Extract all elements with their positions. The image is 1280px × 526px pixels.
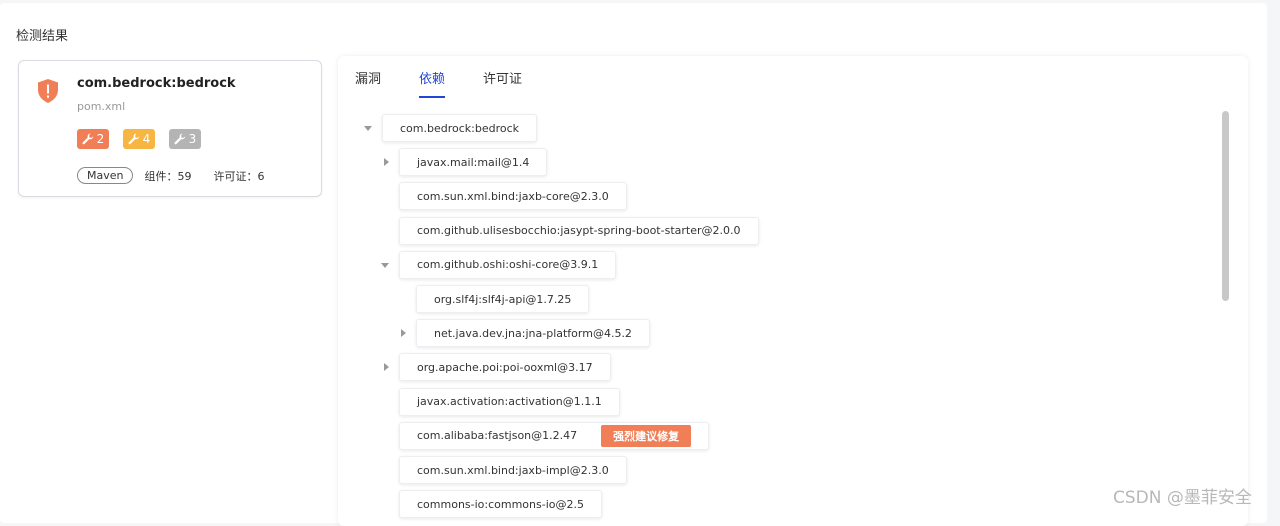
dependency-label: javax.mail:mail@1.4 <box>417 155 530 169</box>
license-count: 许可证：6 <box>213 169 265 183</box>
watermark: CSDN @墨菲安全 <box>1113 488 1252 508</box>
scrollbar[interactable] <box>1222 111 1229 301</box>
detail-panel: 漏洞 依赖 许可证 com.bedrock:bedrock javax.mail:… <box>338 56 1248 526</box>
dependency-label: net.java.dev.jna:jna-platform@4.5.2 <box>434 326 632 340</box>
dependency-node[interactable]: net.java.dev.jna:jna-platform@4.5.2 <box>416 319 650 348</box>
project-file: pom.xml <box>77 100 126 113</box>
project-card[interactable]: com.bedrock:bedrock pom.xml 2 4 3 Maven … <box>18 60 322 197</box>
dependency-label: org.apache.poi:poi-ooxml@3.17 <box>417 360 593 374</box>
dependency-node[interactable]: com.github.ulisesbocchio:jasypt-spring-b… <box>399 216 759 245</box>
issue-count: 4 <box>142 132 151 146</box>
wrench-icon <box>128 133 139 145</box>
issue-badges: 2 4 3 <box>77 129 201 149</box>
dependency-node[interactable]: commons-io:commons-io@2.5 <box>399 490 602 519</box>
dependency-node[interactable]: com.alibaba:fastjson@1.2.47 强烈建议修复 <box>399 421 710 450</box>
issue-badge-medium[interactable]: 4 <box>123 129 155 149</box>
issue-badge-low[interactable]: 3 <box>169 129 201 149</box>
dependency-node[interactable]: com.github.oshi:oshi-core@3.9.1 <box>399 250 617 279</box>
dependency-label: com.alibaba:fastjson@1.2.47 <box>417 429 578 443</box>
dependency-node[interactable]: org.slf4j:slf4j-api@1.7.25 <box>416 285 590 313</box>
project-name[interactable]: com.bedrock:bedrock <box>77 76 236 91</box>
caret-right-icon[interactable] <box>384 363 389 372</box>
results-panel: 检测结果 com.bedrock:bedrock pom.xml 2 4 3 M… <box>0 3 1267 526</box>
dependency-node[interactable]: javax.mail:mail@1.4 <box>399 148 548 177</box>
caret-down-icon[interactable] <box>364 126 372 131</box>
project-meta: Maven 组件：59 许可证：6 <box>77 167 264 184</box>
dependency-label: commons-io:commons-io@2.5 <box>417 497 584 511</box>
tab-bar: 漏洞 依赖 许可证 <box>355 68 560 98</box>
dependency-node[interactable]: com.sun.xml.bind:jaxb-impl@2.3.0 <box>399 456 627 484</box>
component-count: 组件：59 <box>144 169 192 183</box>
dependency-node[interactable]: org.apache.poi:poi-ooxml@3.17 <box>399 353 611 382</box>
dependency-node[interactable]: com.sun.xml.bind:jaxb-core@2.3.0 <box>399 182 627 211</box>
issue-badge-high[interactable]: 2 <box>77 129 109 149</box>
section-title: 检测结果 <box>16 29 69 44</box>
dependency-label: com.github.ulisesbocchio:jasypt-spring-b… <box>417 224 741 238</box>
shield-alert-icon <box>38 79 58 103</box>
tab-licenses[interactable]: 许可证 <box>483 68 522 98</box>
dependency-label: com.github.oshi:oshi-core@3.9.1 <box>417 258 599 272</box>
dependency-label: org.slf4j:slf4j-api@1.7.25 <box>434 292 572 306</box>
issue-count: 3 <box>188 132 197 146</box>
wrench-icon <box>174 133 185 145</box>
issue-count: 2 <box>96 132 105 146</box>
caret-down-icon[interactable] <box>381 262 389 268</box>
fix-recommended-tag: 强烈建议修复 <box>601 424 692 447</box>
tab-dependencies[interactable]: 依赖 <box>419 68 446 98</box>
wrench-icon <box>82 133 93 145</box>
caret-right-icon[interactable] <box>384 158 389 167</box>
dependency-label: com.sun.xml.bind:jaxb-core@2.3.0 <box>417 189 609 203</box>
dependency-label: com.sun.xml.bind:jaxb-impl@2.3.0 <box>417 463 609 477</box>
caret-right-icon[interactable] <box>401 329 406 338</box>
dependency-node[interactable]: com.bedrock:bedrock <box>382 114 538 142</box>
build-tool-tag: Maven <box>77 167 134 184</box>
tab-vulnerabilities[interactable]: 漏洞 <box>355 68 381 98</box>
dependency-label: javax.activation:activation@1.1.1 <box>417 395 602 409</box>
dependency-label: com.bedrock:bedrock <box>400 121 520 135</box>
dependency-node[interactable]: javax.activation:activation@1.1.1 <box>399 387 620 416</box>
